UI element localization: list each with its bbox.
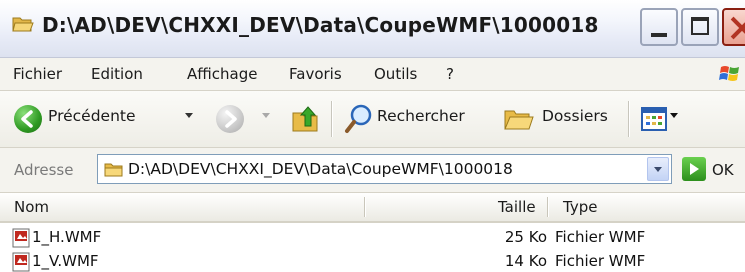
menu-affichage[interactable]: Affichage	[187, 65, 257, 83]
menu-outils[interactable]: Outils	[374, 65, 417, 83]
title-bar[interactable]: D:\AD\DEV\CHXXI_DEV\Data\CoupeWMF\100001…	[0, 0, 745, 58]
folder-up-icon[interactable]	[291, 104, 321, 138]
address-bar: Adresse OK	[0, 148, 745, 193]
menu-fichier[interactable]: Fichier	[13, 65, 62, 83]
file-type: Fichier WMF	[555, 228, 646, 246]
address-input[interactable]	[128, 159, 638, 179]
back-label: Précédente	[48, 107, 136, 125]
column-divider[interactable]	[364, 197, 365, 217]
column-header-name[interactable]: Nom	[14, 198, 49, 216]
file-size: 14 Ko	[504, 252, 547, 270]
go-label[interactable]: OK	[712, 161, 734, 179]
file-name: 1_H.WMF	[32, 228, 102, 246]
menu-edition[interactable]: Edition	[91, 65, 143, 83]
address-label: Adresse	[14, 161, 74, 179]
wmf-file-icon	[12, 252, 30, 272]
minimize-button[interactable]	[640, 8, 678, 46]
file-type: Fichier WMF	[555, 252, 646, 270]
go-arrow-icon[interactable]	[682, 157, 706, 181]
forward-arrow-icon[interactable]	[216, 105, 244, 133]
column-header-type[interactable]: Type	[563, 198, 597, 216]
back-arrow-icon	[14, 105, 42, 133]
file-row[interactable]: 1_V.WMF 14 Ko Fichier WMF	[0, 250, 745, 272]
explorer-window: D:\AD\DEV\CHXXI_DEV\Data\CoupeWMF\100001…	[0, 0, 745, 272]
column-header-size[interactable]: Taille	[498, 198, 536, 216]
windows-logo-icon	[718, 62, 742, 86]
chevron-down-icon[interactable]	[647, 157, 669, 181]
menu-favoris[interactable]: Favoris	[289, 65, 342, 83]
window-title: D:\AD\DEV\CHXXI_DEV\Data\CoupeWMF\100001…	[42, 13, 599, 37]
views-icon	[641, 107, 667, 135]
toolbar-separator	[331, 101, 332, 137]
file-name: 1_V.WMF	[32, 252, 99, 270]
column-divider[interactable]	[547, 197, 548, 217]
menu-bar: Fichier Edition Affichage Favoris Outils…	[0, 58, 745, 91]
search-label: Rechercher	[377, 107, 465, 125]
toolbar-separator	[628, 101, 629, 137]
address-field-container	[97, 154, 672, 184]
file-list-header: Nom Taille Type	[0, 193, 745, 223]
file-size: 25 Ko	[504, 228, 547, 246]
folder-open-icon	[12, 14, 34, 34]
toolbar: Précédente Rechercher Dossiers	[0, 91, 745, 148]
back-dropdown-icon[interactable]	[185, 113, 193, 118]
folder-icon	[104, 161, 124, 178]
file-row[interactable]: 1_H.WMF 25 Ko Fichier WMF	[0, 226, 745, 250]
folders-icon	[503, 105, 535, 137]
maximize-button[interactable]	[681, 8, 719, 46]
views-dropdown-icon	[670, 113, 678, 118]
menu-help[interactable]: ?	[446, 65, 454, 83]
wmf-file-icon	[12, 228, 30, 248]
close-button[interactable]	[722, 8, 745, 46]
search-icon	[344, 103, 374, 139]
forward-dropdown-icon[interactable]	[262, 113, 270, 118]
folders-label: Dossiers	[542, 107, 608, 125]
